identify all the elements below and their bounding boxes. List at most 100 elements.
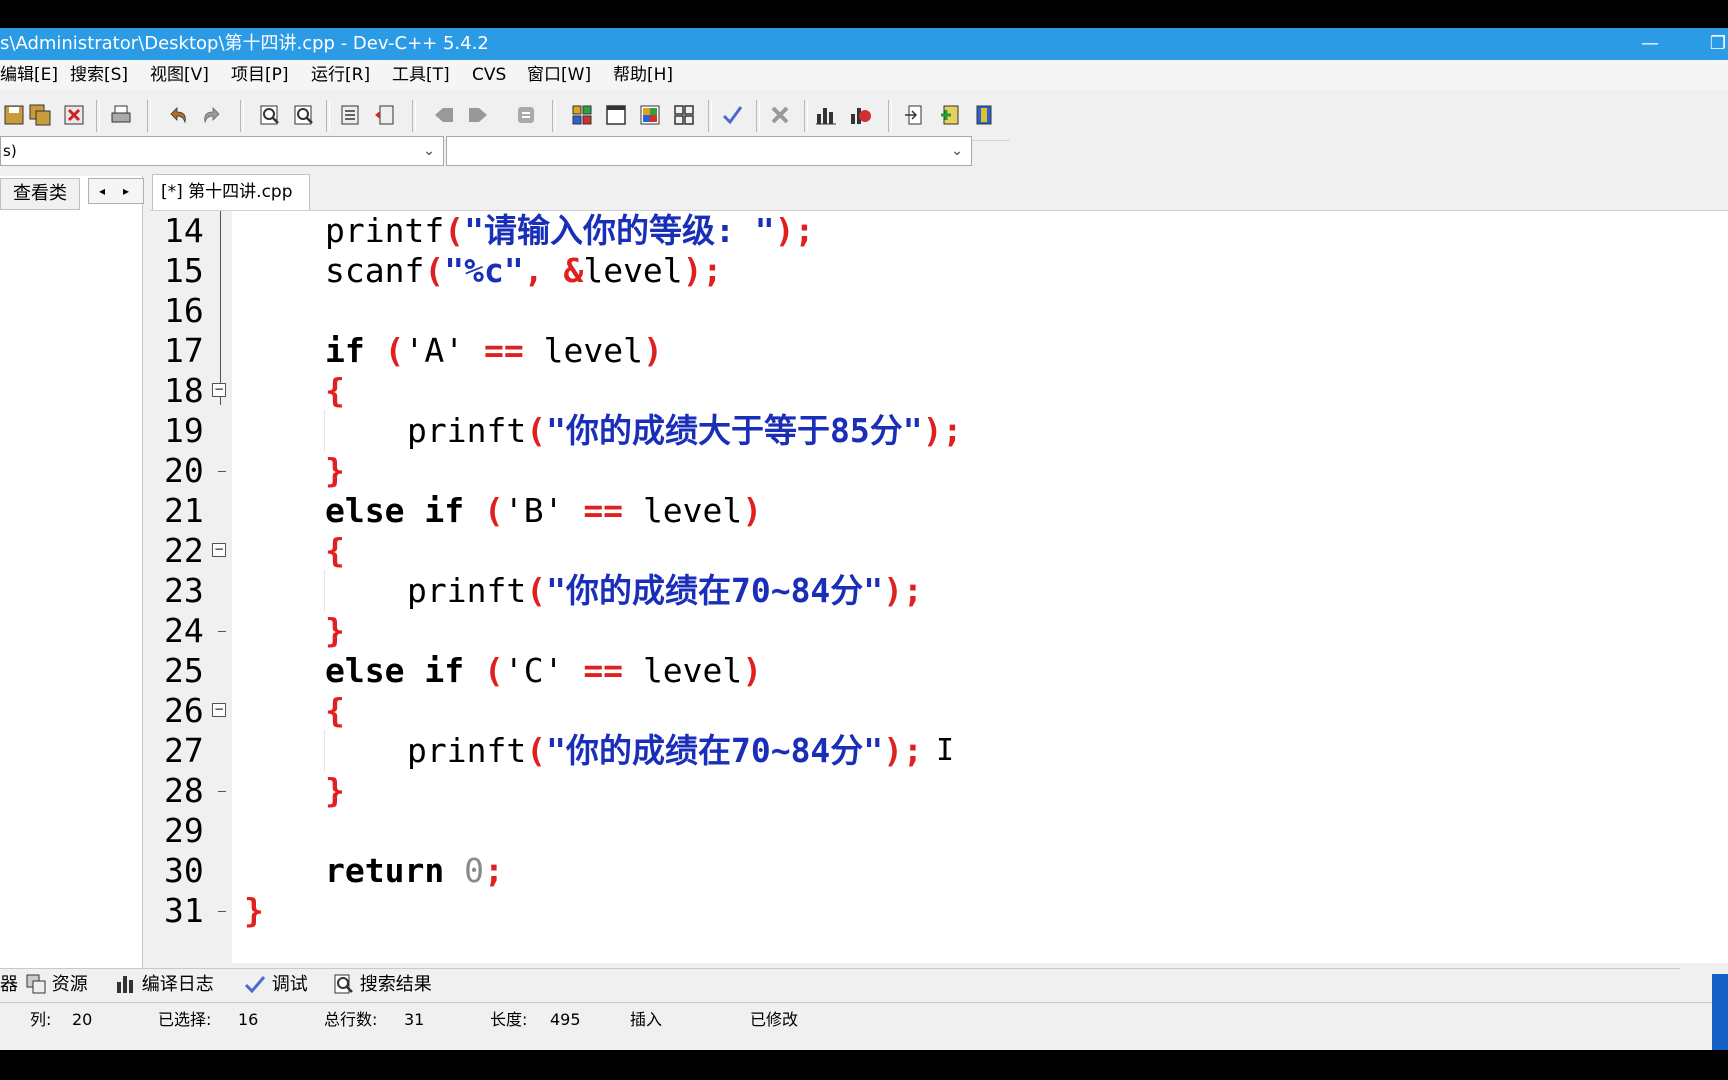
line-text: { [325,531,345,570]
undo-icon[interactable] [164,101,192,129]
indent-icon[interactable] [336,101,364,129]
code-line: 21 else if ('B' == level) [150,491,1728,531]
panel-tab-scroller: ◂ ▸ [88,178,144,204]
debug-icon[interactable] [846,101,874,129]
toggle-comment-icon[interactable] [512,101,540,129]
code-line: 18 − { [150,371,1728,411]
add-icon[interactable] [936,101,964,129]
syntax-check-icon[interactable] [718,101,746,129]
minimize-button[interactable]: — [1630,28,1670,60]
toolbar [0,90,1010,141]
code-line: 26 − { [150,691,1728,731]
tab-compiler[interactable]: 器 [0,969,18,1001]
line-text: return 0; [325,851,504,890]
line-number: 27 [164,731,204,770]
code-line: 25 else if ('C' == level) [150,651,1728,691]
code-line: 14 printf("请输入你的等级: "); [150,211,1728,251]
tab-class-browser[interactable]: 查看类 [0,178,80,210]
line-text: else if ('C' == level) [325,651,763,690]
menu-tools[interactable]: 工具[T] [392,60,450,90]
logo-icon [1712,974,1728,1050]
chevron-left-icon[interactable]: ◂ [99,184,105,198]
tab-label: 编译日志 [141,974,214,995]
code-line: 24 } [150,611,1728,651]
menu-edit[interactable]: 编辑[E] [0,60,58,90]
replace-icon[interactable] [290,101,318,129]
search-icon [334,974,353,994]
compile-icon[interactable] [568,101,596,129]
line-number: 17 [164,331,204,370]
check-icon [244,976,266,994]
find-icon[interactable] [256,101,284,129]
member-combo[interactable]: ⌄ [446,136,972,166]
unindent-icon[interactable] [370,101,398,129]
tab-file[interactable]: [*] 第十四讲.cpp [152,174,310,210]
menu-project[interactable]: 项目[P] [231,60,289,90]
close-file-icon[interactable] [60,101,88,129]
code-line: 16 [150,291,1728,331]
line-number: 19 [164,411,204,450]
line-number: 14 [164,211,204,250]
redo-icon[interactable] [198,101,226,129]
print-icon[interactable] [107,101,135,129]
line-text: { [325,691,345,730]
rebuild-icon[interactable] [670,101,698,129]
menu-cvs[interactable]: CVS [472,60,506,90]
line-text: else if ('B' == level) [325,491,763,530]
menu-view[interactable]: 视图[V] [150,60,209,90]
chart-icon [117,976,133,993]
class-combo[interactable]: s) ⌄ [0,136,444,166]
save-all-icon[interactable] [26,101,54,129]
status-len-label: 长度: [490,1010,528,1029]
code-line: 30 return 0; [150,851,1728,891]
title-bar: s\Administrator\Desktop\第十四讲.cpp - Dev-C… [0,28,1728,60]
restore-button[interactable]: ❐ [1698,28,1728,60]
tab-search-results[interactable]: 搜索结果 [334,969,432,1001]
line-text: if ('A' == level) [325,331,663,370]
code-line: 20 } [150,451,1728,491]
menu-help[interactable]: 帮助[H] [613,60,673,90]
line-number: 20 [164,451,204,490]
exit-icon[interactable] [970,101,998,129]
tab-label: 搜索结果 [359,974,432,995]
fold-toggle-icon[interactable]: − [212,383,226,397]
line-text: { [325,371,345,410]
tab-debug[interactable]: 调试 [244,969,308,1001]
tab-resources[interactable]: 资源 [26,969,88,1001]
devcpp-window: s\Administrator\Desktop\第十四讲.cpp - Dev-C… [0,28,1728,1050]
menu-bar: 编辑[E] 搜索[S] 视图[V] 项目[P] 运行[R] 工具[T] CVS … [0,60,1728,90]
tab-compile-log[interactable]: 编译日志 [116,969,214,1001]
line-number: 24 [164,611,204,650]
code-line: 27 prinft("你的成绩在70~84分"); I [150,731,1728,771]
save-icon[interactable] [0,101,28,129]
bookmark-next-icon[interactable] [464,101,492,129]
menu-run[interactable]: 运行[R] [311,60,370,90]
menu-window[interactable]: 窗口[W] [527,60,591,90]
chevron-right-icon[interactable]: ▸ [123,184,129,198]
run-icon[interactable] [602,101,630,129]
code-line: 19 prinft("你的成绩大于等于85分"); [150,411,1728,451]
fold-toggle-icon[interactable]: − [212,543,226,557]
line-text: printf("请输入你的等级: "); [325,211,815,250]
line-text: } [244,891,264,930]
line-number: 25 [164,651,204,690]
code-line: 29 [150,811,1728,851]
stop-icon[interactable] [766,101,794,129]
window-title: s\Administrator\Desktop\第十四讲.cpp - Dev-C… [0,33,489,54]
code-line: 31 } [150,891,1728,931]
bookmark-prev-icon[interactable] [430,101,458,129]
code-line: 15 scanf("%c", &level); [150,251,1728,291]
fold-toggle-icon[interactable]: − [212,703,226,717]
goto-icon[interactable] [900,101,928,129]
line-number: 15 [164,251,204,290]
code-line: 17 if ('A' == level) [150,331,1728,371]
code-editor[interactable]: 14 printf("请输入你的等级: "); 15 scanf("%c", &… [150,210,1728,963]
line-text: prinft("你的成绩在70~84分"); [407,571,923,610]
code-line: 28 } [150,771,1728,811]
chart-icon[interactable] [812,101,840,129]
line-number: 29 [164,811,204,850]
line-text: scanf("%c", &level); [325,251,723,290]
compile-run-icon[interactable] [636,101,664,129]
menu-search[interactable]: 搜索[S] [70,60,128,90]
status-col-label: 列: [30,1010,52,1029]
